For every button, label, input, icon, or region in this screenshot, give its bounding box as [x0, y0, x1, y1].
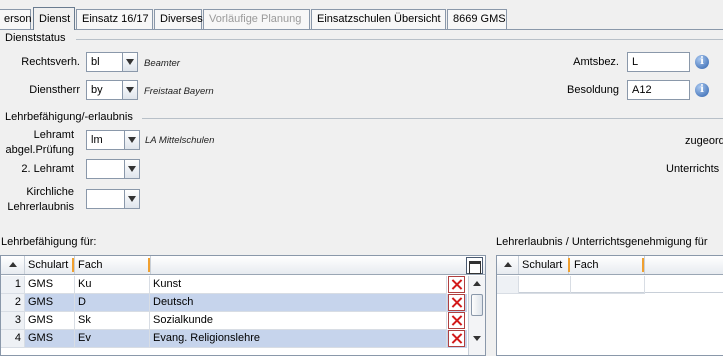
lehrerlaubnis-grid: Schulart Fach — [496, 255, 723, 356]
tab-8669-gms[interactable]: 8669 GMS — [447, 9, 507, 30]
fach-name-cell: Sozialkunde — [150, 312, 447, 330]
scroll-up-icon[interactable] — [469, 276, 485, 292]
column-separator — [568, 258, 570, 272]
left-grid-title: Lehrbefähigung für: — [1, 236, 97, 248]
fach-name-cell: Deutsch — [150, 294, 447, 312]
chevron-down-icon[interactable] — [124, 189, 140, 209]
fach-code-cell[interactable] — [571, 276, 645, 294]
fach-code-cell[interactable]: Ev — [75, 330, 150, 348]
lehramt-combo[interactable]: lm — [86, 130, 140, 150]
row-number-header[interactable] — [497, 256, 519, 274]
lehrbefaehigung-divider — [142, 118, 723, 119]
tab-dienst[interactable]: Dienst — [33, 7, 75, 30]
info-icon[interactable]: i — [695, 55, 709, 69]
tab-bar: erson Dienst Einsatz 16/17 Diverses Vorl… — [0, 0, 723, 30]
column-separator — [642, 258, 644, 272]
lehrbefaehigung-heading: Lehrbefähigung/-erlaubnis — [5, 111, 133, 123]
tab-diverses[interactable]: Diverses — [154, 9, 203, 30]
dienststatus-heading: Dienststatus — [5, 32, 66, 44]
chevron-down-icon[interactable] — [124, 130, 140, 150]
fach-name-cell: Kunst — [150, 276, 447, 294]
lehrbefaehigung-grid: Schulart Fach 1 GMS Ku Kunst 2 GMS D Deu… — [0, 255, 486, 356]
col-schulart-header[interactable]: Schulart — [519, 256, 569, 274]
kirchliche-label: Kirchliche — [26, 186, 74, 198]
dienstherr-label: Dienstherr — [29, 84, 80, 96]
right-grid-title: Lehrerlaubnis / Unterrichtsgenehmigung f… — [496, 236, 708, 248]
row-number: 3 — [1, 312, 25, 330]
sort-ascending-icon — [9, 262, 17, 267]
schulart-cell[interactable] — [519, 276, 571, 294]
rechtsverh-combo[interactable]: bl — [86, 52, 138, 72]
lehramt2-value[interactable] — [86, 159, 125, 179]
lehrerlaubnis-label: Lehrerlaubnis — [7, 201, 74, 213]
info-icon[interactable]: i — [695, 83, 709, 97]
besoldung-input[interactable]: A12 — [627, 80, 690, 100]
lehramt2-label: 2. Lehramt — [21, 163, 74, 175]
dienstherr-hint: Freistaat Bayern — [144, 86, 214, 97]
zugeordnet-label: zugeord — [685, 135, 723, 147]
row-number: 4 — [1, 330, 25, 348]
row-number-header[interactable] — [1, 256, 25, 274]
rechtsverh-value[interactable]: bl — [86, 52, 123, 72]
delete-x-icon[interactable] — [448, 330, 465, 347]
tab-einsatzschulen-uebersicht[interactable]: Einsatzschulen Übersicht — [311, 9, 446, 30]
kirchliche-value[interactable] — [86, 189, 125, 209]
dienststatus-divider — [76, 39, 723, 40]
sort-ascending-icon — [504, 262, 512, 267]
schulart-cell[interactable]: GMS — [25, 312, 75, 330]
row-number: 2 — [1, 294, 25, 312]
tab-person[interactable]: erson — [0, 9, 32, 30]
rechtsverh-label: Rechtsverh. — [21, 56, 80, 68]
dienstherr-value[interactable]: by — [86, 80, 123, 100]
tab-vorlaeufige-planung: Vorläufige Planung — [203, 9, 310, 30]
lehramt-label: Lehramt — [33, 129, 74, 141]
col-fach-header[interactable]: Fach — [75, 256, 151, 274]
col-fach-header[interactable]: Fach — [571, 256, 645, 274]
table-row[interactable]: 2 GMS D Deutsch — [1, 294, 467, 312]
abgel-pruefung-label: abgel.Prüfung — [5, 144, 75, 156]
schulart-cell[interactable]: GMS — [25, 276, 75, 294]
amtsbez-input[interactable]: L — [627, 52, 690, 72]
scroll-thumb[interactable] — [471, 294, 483, 316]
delete-x-icon[interactable] — [448, 294, 465, 311]
row-number: 1 — [1, 276, 25, 294]
column-separator — [72, 258, 74, 272]
lehramt-hint: LA Mittelschulen — [145, 135, 215, 146]
dienstherr-combo[interactable]: by — [86, 80, 138, 100]
scroll-down-icon[interactable] — [469, 331, 485, 347]
table-row[interactable]: 3 GMS Sk Sozialkunde — [1, 312, 467, 330]
tab-einsatz[interactable]: Einsatz 16/17 — [76, 9, 153, 30]
schulart-cell[interactable]: GMS — [25, 294, 75, 312]
lehramt-value[interactable]: lm — [86, 130, 125, 150]
kirchliche-combo[interactable] — [86, 189, 140, 209]
row-number — [497, 276, 519, 294]
tab-baseline — [0, 29, 723, 30]
delete-x-icon[interactable] — [448, 312, 465, 329]
fach-name-cell: Evang. Religionslehre — [150, 330, 447, 348]
fach-code-cell[interactable]: Sk — [75, 312, 150, 330]
amtsbez-label: Amtsbez. — [573, 56, 619, 68]
column-chooser-icon[interactable] — [466, 257, 483, 274]
column-separator — [148, 258, 150, 272]
lehramt2-combo[interactable] — [86, 159, 140, 179]
vertical-scrollbar[interactable] — [468, 276, 485, 355]
delete-x-icon[interactable] — [448, 276, 465, 293]
grid-header: Schulart Fach — [497, 256, 723, 275]
chevron-down-icon[interactable] — [122, 80, 138, 100]
chevron-down-icon[interactable] — [122, 52, 138, 72]
fach-code-cell[interactable]: Ku — [75, 276, 150, 294]
grid-header: Schulart Fach — [1, 256, 485, 275]
unterrichts-label: Unterrichts — [666, 163, 720, 175]
besoldung-label: Besoldung — [567, 84, 619, 96]
col-schulart-header[interactable]: Schulart — [25, 256, 75, 274]
schulart-cell[interactable]: GMS — [25, 330, 75, 348]
fach-code-cell[interactable]: D — [75, 294, 150, 312]
table-row[interactable]: 1 GMS Ku Kunst — [1, 276, 467, 294]
table-row[interactable]: 4 GMS Ev Evang. Religionslehre — [1, 330, 467, 348]
rechtsverh-hint: Beamter — [144, 58, 180, 69]
new-row-placeholder[interactable] — [497, 276, 723, 294]
chevron-down-icon[interactable] — [124, 159, 140, 179]
